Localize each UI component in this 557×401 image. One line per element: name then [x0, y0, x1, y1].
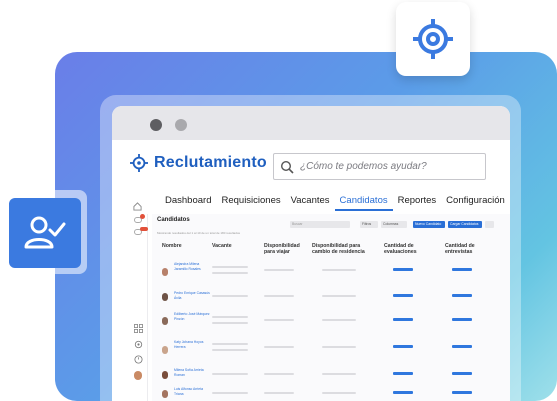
travel-placeholder	[264, 319, 294, 321]
evaluations-bar	[393, 345, 413, 348]
travel-placeholder	[264, 269, 294, 271]
search-input[interactable]: ¿Cómo te podemos ayudar?	[273, 153, 486, 180]
interviews-bar	[452, 391, 472, 394]
window-control-dot[interactable]	[175, 119, 187, 131]
avatar	[162, 268, 168, 276]
app-header: Reclutamiento ¿Cómo te podemos ayudar?	[112, 140, 510, 188]
avatar[interactable]	[134, 371, 142, 380]
table-row[interactable]: Katy Johana Hoyos Herrera	[152, 338, 510, 364]
vacancy-placeholder	[212, 295, 248, 297]
table-row[interactable]: Milena Sofía Arrieta Roman	[152, 367, 510, 385]
vacancy-placeholder	[212, 272, 248, 274]
app-window: Reclutamiento ¿Cómo te podemos ayudar? D…	[112, 106, 510, 401]
avatar	[162, 293, 168, 301]
interviews-bar	[452, 294, 472, 297]
user-badge-tile	[9, 198, 81, 268]
target-icon	[130, 154, 148, 172]
column-header-relocation[interactable]: Disponibilidad para cambio de residencia	[312, 243, 378, 255]
vacancy-placeholder	[212, 349, 248, 351]
candidate-name[interactable]: Luis Alfonso Arrieta Triana	[174, 387, 210, 396]
evaluations-bar	[393, 318, 413, 321]
notification-badge-icon	[140, 227, 148, 231]
table-row[interactable]: Alejandra Milena Jaramillo Rosales	[152, 261, 510, 285]
column-header-vacancy[interactable]: Vacante	[212, 243, 256, 249]
user-badge	[1, 190, 87, 274]
tab-dashboard[interactable]: Dashboard	[160, 193, 216, 211]
brand[interactable]: Reclutamiento	[130, 154, 267, 172]
candidate-name[interactable]: Katy Johana Hoyos Herrera	[174, 340, 210, 349]
travel-placeholder	[264, 295, 294, 297]
vacancy-placeholder	[212, 392, 248, 394]
app-title: Reclutamiento	[154, 154, 267, 171]
relocation-placeholder	[322, 373, 356, 375]
travel-placeholder	[264, 392, 294, 394]
avatar	[162, 346, 168, 354]
relocation-placeholder	[322, 319, 356, 321]
tab-vacantes[interactable]: Vacantes	[286, 193, 335, 211]
results-summary: Mostrando resultados del 1 al 10 de un t…	[157, 231, 241, 235]
relocation-placeholder	[322, 295, 356, 297]
filters-button[interactable]: Filtros	[360, 221, 378, 228]
relocation-placeholder	[322, 392, 356, 394]
home-icon[interactable]	[133, 202, 142, 211]
main-nav: Dashboard Requisiciones Vacantes Candida…	[160, 193, 510, 211]
relocation-placeholder	[322, 269, 356, 271]
evaluations-bar	[393, 294, 413, 297]
tab-candidatos[interactable]: Candidatos	[334, 193, 393, 211]
interviews-bar	[452, 318, 472, 321]
travel-placeholder	[264, 346, 294, 348]
title-bar	[112, 106, 510, 140]
column-header-evaluations[interactable]: Cantidad de evaluaciones	[384, 243, 434, 255]
table-row[interactable]: Edilberto José Márquez Pinzón	[152, 312, 510, 334]
relocation-placeholder	[322, 346, 356, 348]
vacancy-placeholder	[212, 322, 248, 324]
target-icon	[413, 19, 453, 59]
notification-badge-icon	[140, 214, 145, 219]
evaluations-bar	[393, 268, 413, 271]
settings-icon[interactable]	[134, 340, 143, 349]
panel-title: Candidatos	[157, 217, 190, 223]
candidate-name[interactable]: Milena Sofía Arrieta Roman	[174, 368, 210, 377]
search-icon	[280, 160, 294, 174]
candidate-name[interactable]: Alejandra Milena Jaramillo Rosales	[174, 262, 210, 271]
table-row[interactable]: Pedro Enrique Casasús Ávila	[152, 289, 510, 309]
columns-button[interactable]: Columnas	[381, 221, 407, 228]
avatar	[162, 371, 168, 379]
tab-requisiciones[interactable]: Requisiciones	[216, 193, 285, 211]
vacancy-placeholder	[212, 343, 248, 345]
evaluations-bar	[393, 372, 413, 375]
interviews-bar	[452, 372, 472, 375]
tab-reportes[interactable]: Reportes	[393, 193, 442, 211]
panel-search-input[interactable]: Buscar	[290, 221, 350, 228]
vacancy-placeholder	[212, 316, 248, 318]
load-candidates-button[interactable]: Cargar Candidatos	[448, 221, 482, 228]
target-badge	[396, 2, 470, 76]
window-control-dot[interactable]	[150, 119, 162, 131]
user-check-icon	[24, 216, 66, 249]
avatar	[162, 390, 168, 398]
candidates-panel: Candidatos Mostrando resultados del 1 al…	[152, 214, 510, 401]
vacancy-placeholder	[212, 373, 248, 375]
clock-icon[interactable]	[134, 355, 143, 364]
vacancy-placeholder	[212, 266, 248, 268]
new-candidate-button[interactable]: Nuevo Candidato	[413, 221, 445, 228]
interviews-bar	[452, 345, 472, 348]
avatar	[162, 317, 168, 325]
column-header-interviews[interactable]: Cantidad de entrevistas	[445, 243, 495, 255]
candidate-name[interactable]: Edilberto José Márquez Pinzón	[174, 312, 210, 321]
column-header-travel[interactable]: Disponibilidad para viajar	[264, 243, 308, 255]
tab-configuracion[interactable]: Configuración	[441, 193, 510, 211]
search-placeholder: ¿Cómo te podemos ayudar?	[300, 161, 427, 172]
column-header-name[interactable]: Nombre	[162, 243, 202, 249]
travel-placeholder	[264, 373, 294, 375]
upload-icon[interactable]	[485, 221, 494, 228]
candidate-name[interactable]: Pedro Enrique Casasús Ávila	[174, 291, 210, 300]
interviews-bar	[452, 268, 472, 271]
grid-icon[interactable]	[134, 324, 143, 333]
evaluations-bar	[393, 391, 413, 394]
sidebar	[112, 202, 148, 401]
table-row[interactable]: Luis Alfonso Arrieta Triana	[152, 386, 510, 401]
